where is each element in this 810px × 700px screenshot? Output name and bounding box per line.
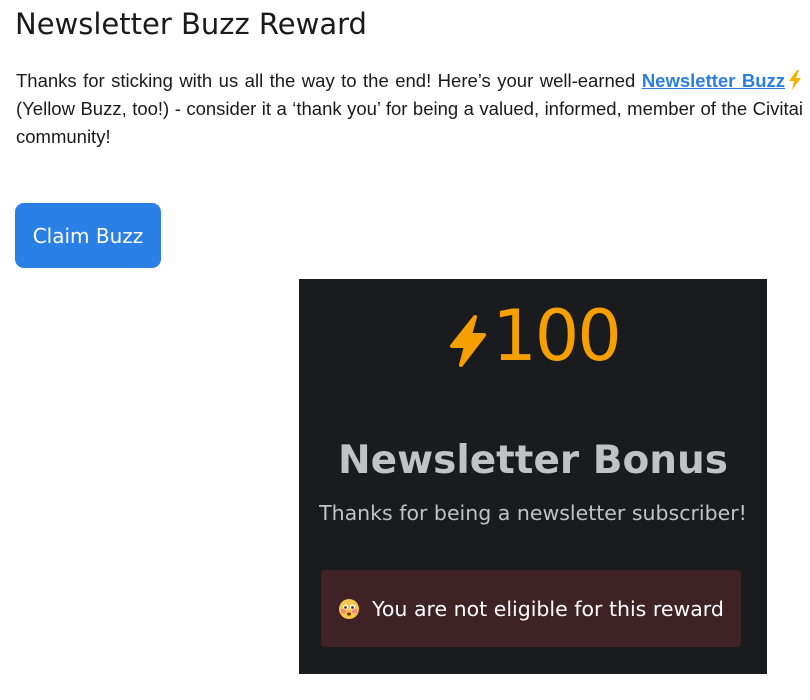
face-emoji-icon xyxy=(339,598,360,619)
ineligible-alert: You are not eligible for this reward xyxy=(321,570,741,647)
newsletter-buzz-link[interactable]: Newsletter Buzz xyxy=(642,70,785,91)
intro-paragraph: Thanks for sticking with us all the way … xyxy=(16,67,803,151)
page-title: Newsletter Buzz Reward xyxy=(15,7,367,41)
reward-card: 100 Newsletter Bonus Thanks for being a … xyxy=(299,279,767,674)
intro-text-start: Thanks for sticking with us all the way … xyxy=(16,70,642,91)
buzz-amount-value: 100 xyxy=(492,295,622,377)
lightning-bolt-icon xyxy=(789,70,801,90)
intro-text-end: (Yellow Buzz, too!) - consider it a ‘tha… xyxy=(16,98,803,147)
lightning-bolt-icon xyxy=(450,315,487,367)
buzz-amount: 100 xyxy=(299,293,767,379)
alert-text: You are not eligible for this reward xyxy=(372,596,724,621)
claim-buzz-button[interactable]: Claim Buzz xyxy=(15,203,161,268)
reward-subtitle: Thanks for being a newsletter subscriber… xyxy=(319,501,747,525)
reward-title: Newsletter Bonus xyxy=(338,438,728,483)
